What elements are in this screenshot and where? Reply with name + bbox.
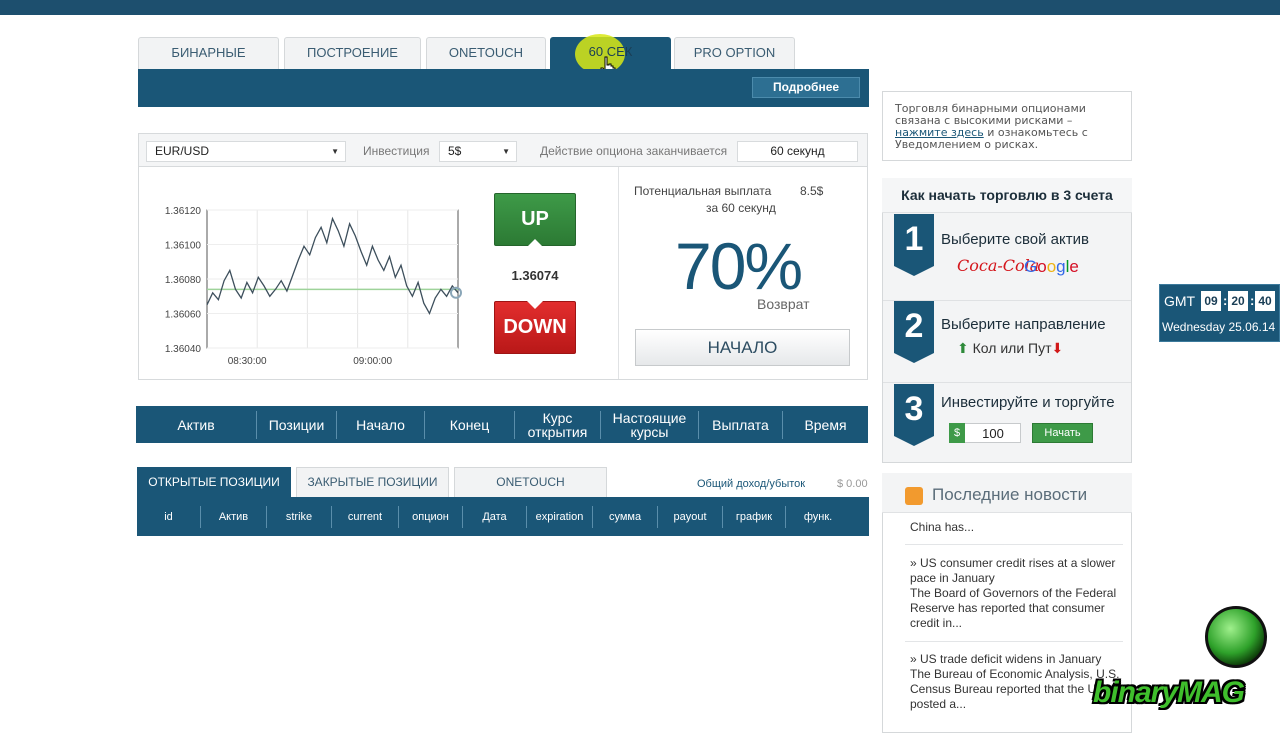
x-tick-label: 08:30:00 (228, 356, 267, 367)
y-tick-label: 1.36060 (165, 310, 202, 321)
price-chart-svg: 1.36120 1.36100 1.36080 1.36060 1.36040 08:30… (165, 206, 462, 367)
or-label: или (1000, 340, 1025, 356)
step-3-badge: 3 (894, 384, 934, 446)
potential-payout-label: Потенциальная выплата (634, 184, 772, 198)
pl-label: Общий доход/убыток (697, 478, 806, 490)
current-price: 1.36074 (511, 268, 559, 283)
steps-title: Как начать торговлю в 3 счета (882, 178, 1132, 213)
expiry-field[interactable]: 60 секунд (737, 141, 858, 162)
details-button[interactable]: Подробнее (752, 77, 860, 98)
put-label: Пут (1028, 340, 1052, 356)
step-2-badge: 2 (894, 301, 934, 363)
logo-text: binaryMAG (1093, 676, 1245, 709)
investment-label: Инвестиция (363, 144, 430, 158)
clock-colon: : (1223, 293, 1228, 308)
column-payout[interactable]: Выплата (699, 410, 783, 439)
news-headline[interactable]: » US consumer credit rises at a slower p… (910, 556, 1122, 586)
return-label: Возврат (757, 296, 810, 312)
google-logo[interactable]: Google (1024, 257, 1079, 277)
divider (905, 544, 1123, 545)
step-1-badge: 1 (894, 214, 934, 276)
start-trading-button[interactable]: Начать (1032, 423, 1093, 443)
divider (905, 641, 1123, 642)
pos-col-current[interactable]: current (332, 505, 399, 528)
column-end[interactable]: Конец (425, 410, 515, 439)
tab-builder[interactable]: ПОСТРОЕНИЕ (284, 37, 421, 69)
news-title: Последние новости (932, 485, 1088, 504)
potential-payout-value: 8.5$ (800, 184, 824, 198)
pos-col-date[interactable]: Дата (463, 505, 527, 528)
top-bar (0, 0, 1280, 15)
amount-value[interactable]: 100 (967, 426, 1019, 441)
positions-header: id Актив strike current опцион Дата expi… (137, 497, 869, 536)
tab-onetouch-positions[interactable]: ONETOUCH (454, 467, 607, 497)
step-3-text: Инвестируйте и торгуйте (941, 394, 1115, 411)
y-tick-label: 1.36120 (165, 206, 202, 217)
columns-bar: Актив Позиции Начало Конец Курс открытия… (136, 406, 868, 443)
pos-col-payout[interactable]: payout (658, 505, 723, 528)
call-label: Кол (972, 340, 997, 356)
pos-col-functions[interactable]: функ. (786, 506, 850, 528)
step-1-text: Выберите свой актив (941, 231, 1089, 248)
tab-open-positions[interactable]: ОТКРЫТЫЕ ПОЗИЦИИ (137, 467, 291, 497)
clock-label: GMT (1164, 293, 1196, 309)
column-asset[interactable]: Актив (136, 410, 257, 439)
news-item: The Bureau of Economic Analysis, U.S. Ce… (910, 667, 1120, 711)
column-positions[interactable]: Позиции (257, 410, 337, 439)
tab-binary-options[interactable]: БИНАРНЫЕ ОПЦИОНЫ (138, 37, 279, 90)
news-item[interactable]: China has... (910, 520, 1122, 535)
pos-col-expiration[interactable]: expiration (527, 505, 593, 528)
clock-colon: : (1250, 293, 1255, 308)
step-2-text: Выберите направление (941, 316, 1106, 333)
tab-onetouch[interactable]: ONETOUCH (426, 37, 546, 69)
news-item: The Board of Governors of the Federal Re… (910, 586, 1117, 630)
divider (883, 382, 1131, 383)
pos-col-chart[interactable]: график (723, 505, 786, 528)
pos-col-amount[interactable]: сумма (593, 505, 658, 528)
clock-seconds: 40 (1255, 291, 1275, 311)
clock-date: Wednesday 25.06.14 (1162, 320, 1276, 334)
y-tick-label: 1.36080 (165, 275, 202, 286)
potential-payout-period: за 60 секунд (706, 201, 776, 215)
column-open-rate[interactable]: Курс открытия (515, 410, 601, 439)
tab-closed-positions[interactable]: ЗАКРЫТЫЕ ПОЗИЦИИ (296, 467, 449, 497)
clock-hours: 09 (1201, 291, 1221, 311)
direction-line: ⬆ Кол или Пут⬇ (957, 340, 1063, 357)
divider (618, 167, 619, 379)
price-chart: 1.36120 1.36100 1.36080 1.36060 1.36040 08:30… (152, 200, 472, 370)
pos-col-strike[interactable]: strike (267, 505, 332, 528)
dollar-icon: $ (949, 423, 965, 443)
arrow-up-icon: ⬆ (957, 340, 969, 356)
down-notch-icon (527, 301, 543, 309)
logo-ball-icon (1205, 606, 1267, 668)
pos-col-asset[interactable]: Актив (201, 505, 267, 528)
y-tick-label: 1.36100 (165, 241, 202, 252)
investment-select[interactable]: 5$ ▼ (439, 141, 517, 162)
tab-pro-option[interactable]: PRO OPTION (674, 37, 795, 69)
start-button[interactable]: НАЧАЛО (635, 329, 850, 366)
investment-select-value: 5$ (448, 144, 462, 158)
asset-select[interactable]: EUR/USD ▼ (146, 141, 346, 162)
expiry-label: Действие опциона заканчивается (540, 144, 728, 158)
column-start[interactable]: Начало (337, 410, 425, 439)
x-tick-label: 09:00:00 (353, 356, 392, 367)
chevron-down-icon: ▼ (331, 147, 339, 156)
y-tick-label: 1.36040 (165, 344, 202, 355)
arrow-down-icon: ⬇ (1051, 340, 1064, 356)
up-notch-icon (527, 239, 543, 247)
risk-warning: Торговля бинарными опционами связана с в… (882, 91, 1132, 161)
column-current-rate[interactable]: Настоящие курсы (601, 410, 699, 439)
clock-minutes: 20 (1228, 291, 1248, 311)
chevron-down-icon: ▼ (502, 147, 510, 156)
pl-value: $ 0.00 (837, 478, 868, 490)
payout-percent: 70% (675, 229, 803, 303)
news-headline[interactable]: » US trade deficit widens in January (910, 652, 1122, 667)
asset-select-value: EUR/USD (155, 144, 210, 158)
pos-col-id[interactable]: id (137, 505, 201, 528)
risk-text-1: Торговля бинарными опционами связана с в… (895, 102, 1086, 127)
column-time[interactable]: Время (783, 411, 868, 439)
pos-col-option[interactable]: опцион (399, 505, 463, 528)
rss-icon[interactable] (905, 487, 923, 505)
